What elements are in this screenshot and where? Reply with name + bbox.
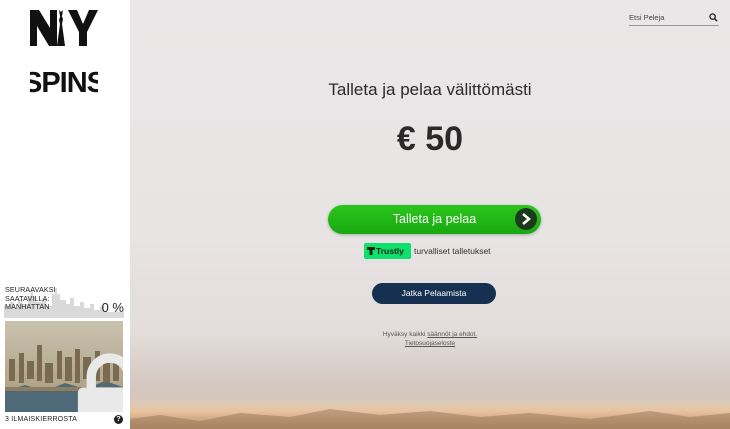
next-unlock-label: SEURAAVAKSI SAATAVILLA: MANHATTAN — [5, 285, 56, 312]
terms-prefix: Hyväksy kaikki — [382, 331, 428, 338]
next-label-line: MANHATTAN — [5, 302, 50, 311]
trustly-badge: Trustly — [364, 243, 411, 259]
trustly-caption: turvalliset talletukset — [414, 246, 491, 256]
next-unlock-panel: SEURAAVAKSI SAATAVILLA: MANHATTAN 0 % — [4, 284, 124, 318]
privacy-link[interactable]: Tietosuojaseloste — [130, 340, 730, 347]
search-input[interactable] — [629, 11, 707, 24]
trustly-logo-icon — [367, 247, 375, 255]
ny-spins-logo-art: SPINS — [30, 10, 98, 96]
page-title: Talleta ja pelaa välittömästi — [328, 80, 532, 99]
ny-spins-logo[interactable]: SPINS — [30, 10, 98, 96]
sunset-background — [130, 393, 730, 429]
logo-text: SPINS — [30, 67, 98, 96]
free-spins-label: 3 ILMAISKIERROSTA — [5, 416, 78, 423]
deposit-panel: Talleta ja pelaa välittömästi € 50 Talle… — [130, 0, 730, 429]
terms-line: Hyväksy kaikki säännöt ja ehdot. — [130, 331, 730, 338]
search-icon[interactable] — [709, 13, 718, 22]
continue-button-label: Jatka Pelaamista — [401, 288, 467, 298]
locked-city-card[interactable] — [5, 321, 123, 412]
lock-icon — [77, 353, 123, 412]
deposit-button-label: Talleta ja pelaa — [392, 212, 477, 226]
progress-percent: 0 % — [101, 300, 124, 315]
sidebar: SPINS SEURAAVAKSI SAATAVILLA: MANHATTAN … — [0, 0, 130, 429]
chevron-right-icon — [515, 208, 537, 230]
continue-playing-button[interactable]: Jatka Pelaamista — [372, 283, 496, 304]
help-icon[interactable]: ? — [114, 415, 123, 424]
search-box — [629, 10, 719, 26]
terms-link[interactable]: säännöt ja ehdot. — [427, 331, 477, 338]
deposit-and-play-button[interactable]: Talleta ja pelaa — [328, 205, 541, 234]
deposit-amount: € 50 — [396, 120, 464, 158]
trustly-brand: Trustly — [376, 246, 404, 256]
